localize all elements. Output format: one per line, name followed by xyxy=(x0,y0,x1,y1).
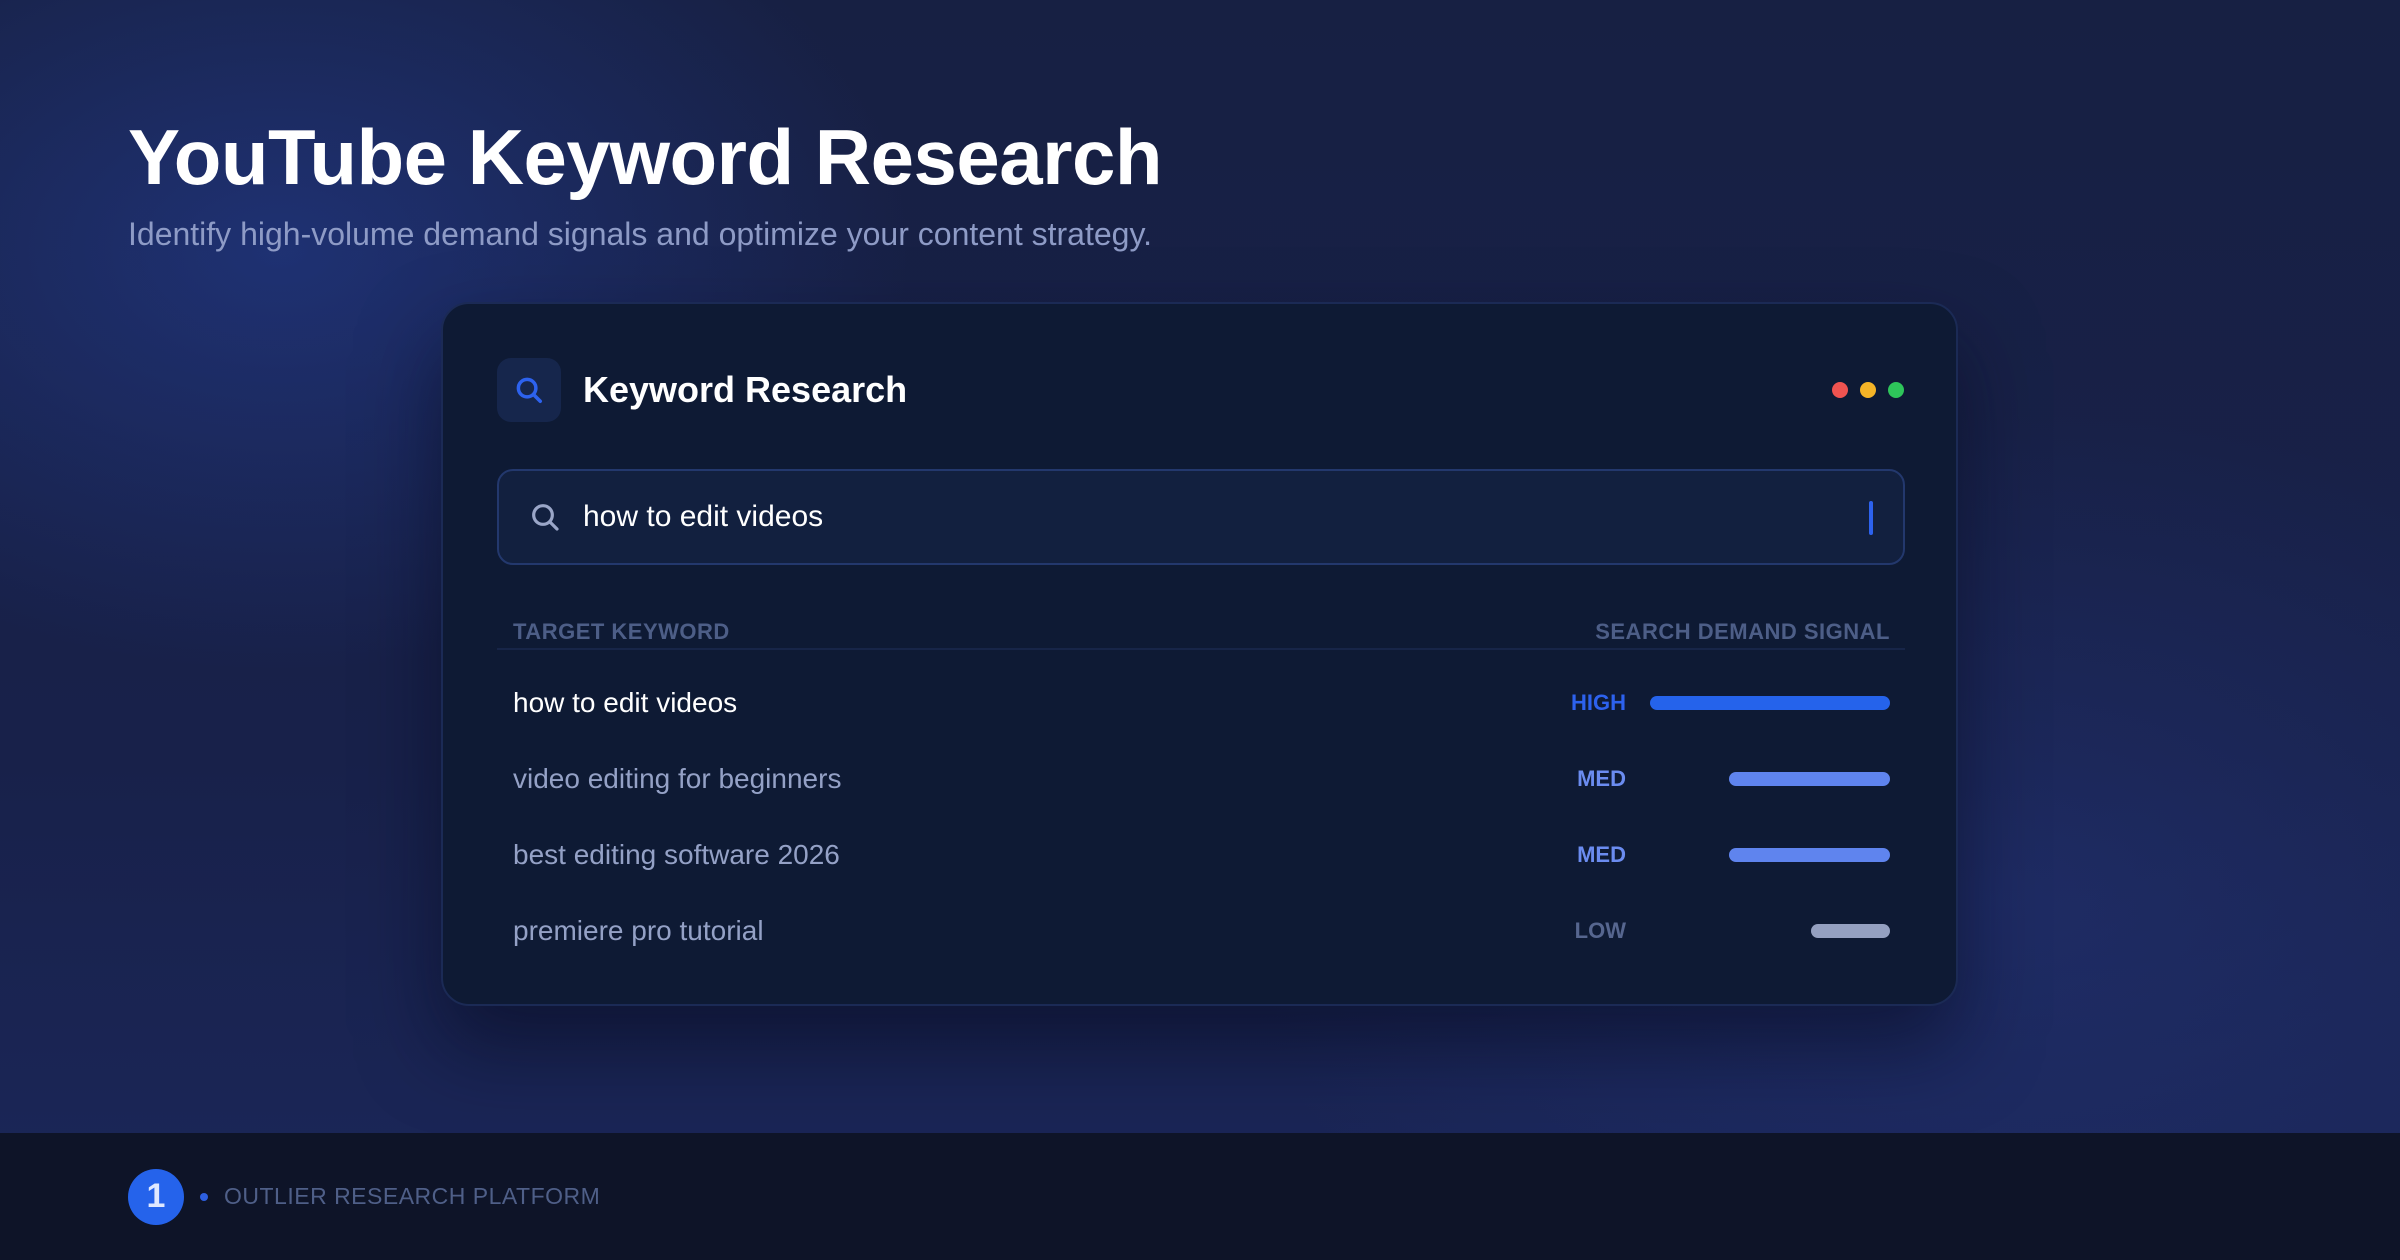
window-dot-red[interactable] xyxy=(1832,382,1848,398)
brand-name: OUTLIER RESEARCH PLATFORM xyxy=(224,1183,601,1209)
signal-bar xyxy=(1650,848,1890,862)
separator-dot xyxy=(200,1192,208,1201)
divider xyxy=(497,648,1905,650)
search-input[interactable]: how to edit videos xyxy=(497,469,1905,565)
demand-signal: LOW xyxy=(1575,918,1890,944)
hero: YouTube Keyword Research Identify high-v… xyxy=(128,112,1163,254)
signal-bar-fill xyxy=(1650,696,1890,710)
footer: 1 OUTLIER RESEARCH PLATFORM xyxy=(0,1133,2400,1260)
keyword-label: video editing for beginners xyxy=(513,763,842,794)
signal-bar-fill xyxy=(1729,772,1890,786)
keyword-research-card: Keyword Research how to edit videos TARG… xyxy=(441,302,1958,1006)
signal-bar xyxy=(1650,924,1890,938)
column-header-keyword: TARGET KEYWORD xyxy=(513,619,730,644)
signal-bar-fill xyxy=(1729,848,1890,862)
card-header: Keyword Research xyxy=(497,358,1904,422)
signal-bar xyxy=(1650,696,1890,710)
signal-label: MED xyxy=(1577,766,1626,791)
table-row[interactable]: best editing software 2026 MED xyxy=(513,830,1890,880)
demand-signal: HIGH xyxy=(1571,690,1890,716)
table-row[interactable]: how to edit videos HIGH xyxy=(513,678,1890,728)
table-row[interactable]: premiere pro tutorial LOW xyxy=(513,906,1890,956)
card-title: Keyword Research xyxy=(583,369,908,410)
search-icon xyxy=(497,358,561,422)
signal-label: HIGH xyxy=(1571,690,1626,715)
signal-bar xyxy=(1650,772,1890,786)
search-query[interactable]: how to edit videos xyxy=(583,500,823,534)
table-row[interactable]: video editing for beginners MED xyxy=(513,754,1890,804)
demand-signal: MED xyxy=(1577,842,1890,868)
demand-signal: MED xyxy=(1577,766,1890,792)
page-title: YouTube Keyword Research xyxy=(128,113,1163,201)
signal-label: MED xyxy=(1577,842,1626,867)
keyword-label: how to edit videos xyxy=(513,687,738,718)
page-subtitle: Identify high-volume demand signals and … xyxy=(128,216,1152,252)
text-caret xyxy=(1869,501,1873,535)
column-header-signal: SEARCH DEMAND SIGNAL xyxy=(1595,619,1890,644)
window-controls xyxy=(1832,382,1904,398)
brand-logo[interactable]: 1 xyxy=(128,1168,184,1225)
signal-bar-fill xyxy=(1810,924,1890,938)
keyword-label: premiere pro tutorial xyxy=(513,915,764,946)
window-dot-green[interactable] xyxy=(1888,382,1904,398)
search-icon xyxy=(529,501,561,533)
signal-label: LOW xyxy=(1574,918,1626,943)
window-dot-yellow[interactable] xyxy=(1860,382,1876,398)
keyword-label: best editing software 2026 xyxy=(513,839,840,870)
table-header: TARGET KEYWORD SEARCH DEMAND SIGNAL xyxy=(513,612,1890,652)
